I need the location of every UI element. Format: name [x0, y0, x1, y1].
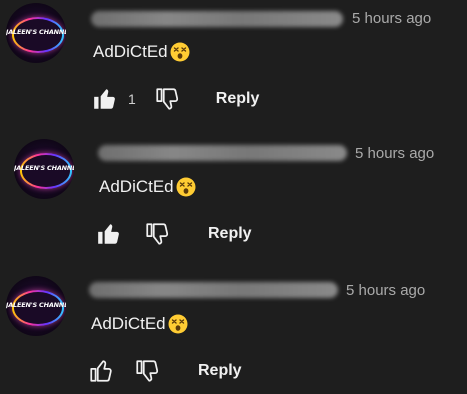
comment-text-row: AdDiCtEd	[99, 177, 196, 197]
dizzy-face-icon	[170, 42, 190, 62]
dislike-button[interactable]	[144, 221, 170, 247]
comment-text: AdDiCtEd	[93, 42, 168, 61]
dizzy-face-icon	[168, 314, 188, 334]
like-count: 1	[128, 91, 136, 107]
timestamp[interactable]: 5 hours ago	[346, 282, 425, 299]
thumbs-up-filled-icon	[98, 224, 119, 244]
like-button[interactable]	[92, 86, 118, 112]
comment-text: AdDiCtEd	[99, 177, 174, 196]
username-blurred[interactable]	[89, 282, 338, 298]
reply-button[interactable]: Reply	[216, 90, 260, 108]
comment-text-row: AdDiCtEd	[91, 314, 188, 334]
reply-button[interactable]: Reply	[208, 225, 252, 243]
thumbs-up-outline-icon	[90, 360, 112, 382]
like-button[interactable]	[96, 221, 122, 247]
dizzy-face-icon	[176, 177, 196, 197]
avatar-logo-text: JALEEN'S CHANNEL	[6, 28, 66, 36]
avatar[interactable]: JALEEN'S CHANNEL	[6, 276, 66, 336]
comment-actions: Reply	[96, 221, 252, 247]
thumbs-down-outline-icon	[156, 88, 178, 110]
timestamp[interactable]: 5 hours ago	[355, 145, 434, 162]
avatar[interactable]: JALEEN'S CHANNEL	[6, 3, 66, 63]
thumbs-down-outline-icon	[146, 223, 169, 245]
dislike-button[interactable]	[134, 358, 160, 384]
timestamp[interactable]: 5 hours ago	[352, 10, 431, 27]
avatar-logo-text: JALEEN'S CHANNEL	[14, 164, 74, 172]
avatar-logo-text: JALEEN'S CHANNEL	[6, 301, 66, 309]
comment-actions: 1 Reply	[92, 86, 259, 112]
username-blurred[interactable]	[98, 145, 347, 161]
thumbs-down-outline-icon	[136, 360, 159, 382]
comment-text: AdDiCtEd	[91, 314, 166, 333]
comment-actions: Reply	[88, 358, 242, 384]
thumbs-up-filled-icon	[94, 89, 115, 109]
reply-button[interactable]: Reply	[198, 362, 242, 380]
comment-text-row: AdDiCtEd	[93, 42, 190, 62]
username-blurred[interactable]	[91, 11, 343, 27]
avatar[interactable]: JALEEN'S CHANNEL	[14, 139, 74, 199]
dislike-button[interactable]	[154, 86, 180, 112]
like-button[interactable]	[88, 358, 114, 384]
